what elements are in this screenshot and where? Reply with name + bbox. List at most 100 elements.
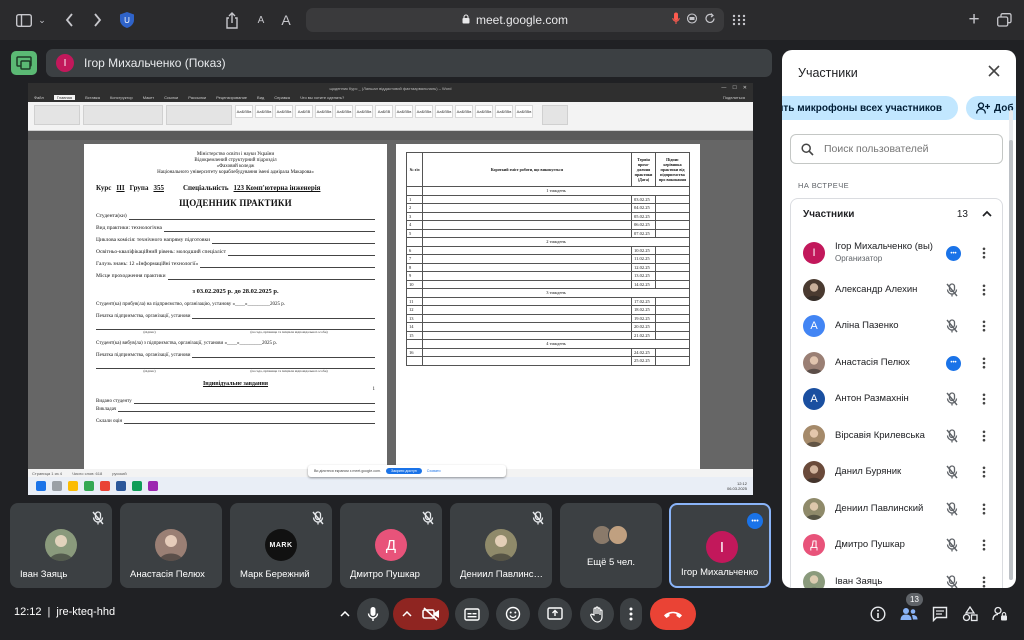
participant-row[interactable]: Іван Заяць	[791, 564, 1004, 589]
style-chip[interactable]: АаБбВв	[395, 105, 413, 118]
participant-tile[interactable]: Д Дмитро Пушкар	[340, 503, 442, 588]
activities-button[interactable]	[960, 602, 980, 626]
more-options-button[interactable]	[620, 598, 642, 630]
participant-menu-button[interactable]	[977, 538, 991, 552]
mute-all-button[interactable]: Отключить микрофоны всех участников	[782, 96, 958, 120]
host-controls-button[interactable]	[990, 602, 1010, 626]
camera-indicator-icon[interactable]	[686, 12, 698, 28]
participant-tile[interactable]: Ещё 5 чел.	[560, 503, 662, 588]
word-tab[interactable]: Вид	[257, 95, 264, 100]
style-chip[interactable]: АаБбВв	[355, 105, 373, 118]
word-tab[interactable]: Ссылки	[164, 95, 178, 100]
word-tab[interactable]: Рассылки	[188, 95, 206, 100]
style-chip[interactable]: АаБбВв	[435, 105, 453, 118]
word-tab[interactable]: Главная	[53, 95, 76, 100]
participant-row[interactable]: Александр Алехин	[791, 272, 1004, 308]
word-tab[interactable]: Конструктор	[110, 95, 133, 100]
participant-row[interactable]: Дениил Павлинский	[791, 491, 1004, 527]
reload-icon[interactable]	[704, 12, 716, 28]
mic-off-icon[interactable]	[946, 465, 961, 480]
participant-menu-button[interactable]	[977, 575, 991, 589]
style-chip[interactable]: АаБбВв	[515, 105, 533, 118]
participant-menu-button[interactable]	[977, 246, 991, 260]
search-input[interactable]	[824, 143, 994, 155]
mic-off-icon[interactable]	[946, 282, 961, 298]
mic-off-icon[interactable]	[946, 538, 961, 553]
extensions-grid-icon[interactable]	[731, 9, 747, 31]
style-chip[interactable]: АаБбВв	[255, 105, 273, 118]
mic-off-icon[interactable]	[946, 319, 961, 334]
chat-button[interactable]	[930, 602, 950, 626]
search-box[interactable]	[790, 134, 1003, 164]
word-tab[interactable]: Справка	[274, 95, 290, 100]
participant-row[interactable]: Анастасія Пелюх •••	[791, 345, 1004, 381]
mic-off-icon[interactable]	[946, 428, 961, 444]
word-tab[interactable]: Файл	[34, 95, 44, 100]
mic-off-icon[interactable]	[946, 392, 961, 407]
style-chip[interactable]: АаБбВв	[275, 105, 293, 118]
leave-call-button[interactable]	[650, 598, 696, 630]
participant-menu-button[interactable]	[977, 465, 991, 479]
participant-menu-button[interactable]	[977, 429, 991, 443]
participant-row[interactable]: Вірсавія Крилевська	[791, 418, 1004, 454]
participant-menu-button[interactable]	[977, 392, 991, 406]
word-tab[interactable]: Вставка	[85, 95, 100, 100]
stop-sharing-button[interactable]: Закрити доступ	[385, 468, 422, 474]
address-bar[interactable]: meet.google.com	[306, 8, 724, 32]
font-larger-button[interactable]: A	[279, 9, 293, 31]
participant-menu-button[interactable]	[977, 319, 991, 333]
back-icon[interactable]	[62, 9, 76, 31]
participant-menu-button[interactable]	[977, 356, 991, 370]
layout-toggle-button[interactable]	[11, 51, 37, 75]
word-tab[interactable]: Что вы хотите сделать?	[300, 95, 344, 100]
share-icon[interactable]	[224, 9, 240, 31]
style-chip[interactable]: АаБбВв	[235, 105, 253, 118]
sidebar-icon[interactable]	[14, 9, 34, 31]
microphone-recording-icon[interactable]	[672, 12, 680, 28]
word-share-button[interactable]: Поделиться	[723, 95, 745, 100]
participant-row[interactable]: Д Дмитро Пушкар	[791, 527, 1004, 563]
hide-notice-button[interactable]: Сховати	[427, 469, 441, 473]
participant-row[interactable]: Данил Буряник	[791, 454, 1004, 490]
style-chip[interactable]: АаБбВв	[315, 105, 333, 118]
font-smaller-button[interactable]: A	[255, 9, 267, 31]
participant-row[interactable]: А Аліна Пазенко	[791, 308, 1004, 344]
style-chip[interactable]: АаБбВв	[455, 105, 473, 118]
captions-button[interactable]	[455, 598, 489, 630]
participant-row[interactable]: А Антон Размахнін	[791, 381, 1004, 417]
panel-scroll-thumb[interactable]	[1009, 140, 1013, 580]
close-panel-button[interactable]	[986, 63, 1002, 79]
new-tab-icon[interactable]: +	[966, 9, 982, 31]
participant-menu-button[interactable]	[977, 283, 991, 297]
camera-button[interactable]	[393, 598, 449, 630]
raise-hand-button[interactable]	[580, 598, 614, 630]
word-tab[interactable]: Макет	[143, 95, 154, 100]
style-chip[interactable]: АаБбВв	[335, 105, 353, 118]
participant-tile[interactable]: Анастасія Пелюх	[120, 503, 222, 588]
style-chip[interactable]: АаБбВв	[495, 105, 513, 118]
shield-icon[interactable]: U	[117, 9, 137, 31]
mic-off-icon[interactable]	[946, 574, 961, 588]
meeting-details-button[interactable]	[868, 602, 888, 626]
participant-tile[interactable]: І Ігор Михальченко •••	[669, 503, 771, 588]
participant-menu-button[interactable]	[977, 502, 991, 516]
tile-options-button[interactable]: •••	[747, 513, 763, 529]
participant-tile[interactable]: Іван Заяць	[10, 503, 112, 588]
mic-off-icon[interactable]	[946, 501, 961, 517]
style-chip[interactable]: АаБбВ	[295, 105, 313, 118]
participant-row[interactable]: І Ігор Михальченко (вы) Организатор •••	[791, 235, 1004, 271]
tab-overview-icon[interactable]	[995, 9, 1013, 31]
forward-icon[interactable]	[90, 9, 104, 31]
participant-tile[interactable]: Дениил Павлинский	[450, 503, 552, 588]
style-chip[interactable]: АаБбВв	[475, 105, 493, 118]
collapse-group-button[interactable]	[980, 207, 994, 221]
reactions-button[interactable]	[496, 598, 530, 630]
chevron-down-icon[interactable]: ⌄	[37, 9, 47, 31]
style-chip[interactable]: АаБбВ	[375, 105, 393, 118]
style-chip[interactable]: АаБбВв	[415, 105, 433, 118]
present-screen-button[interactable]	[538, 598, 572, 630]
participant-tile[interactable]: MARK Марк Бережний	[230, 503, 332, 588]
word-tab[interactable]: Рецензирование	[216, 95, 247, 100]
microphone-button[interactable]	[357, 598, 389, 630]
audio-options-button[interactable]	[334, 598, 356, 630]
